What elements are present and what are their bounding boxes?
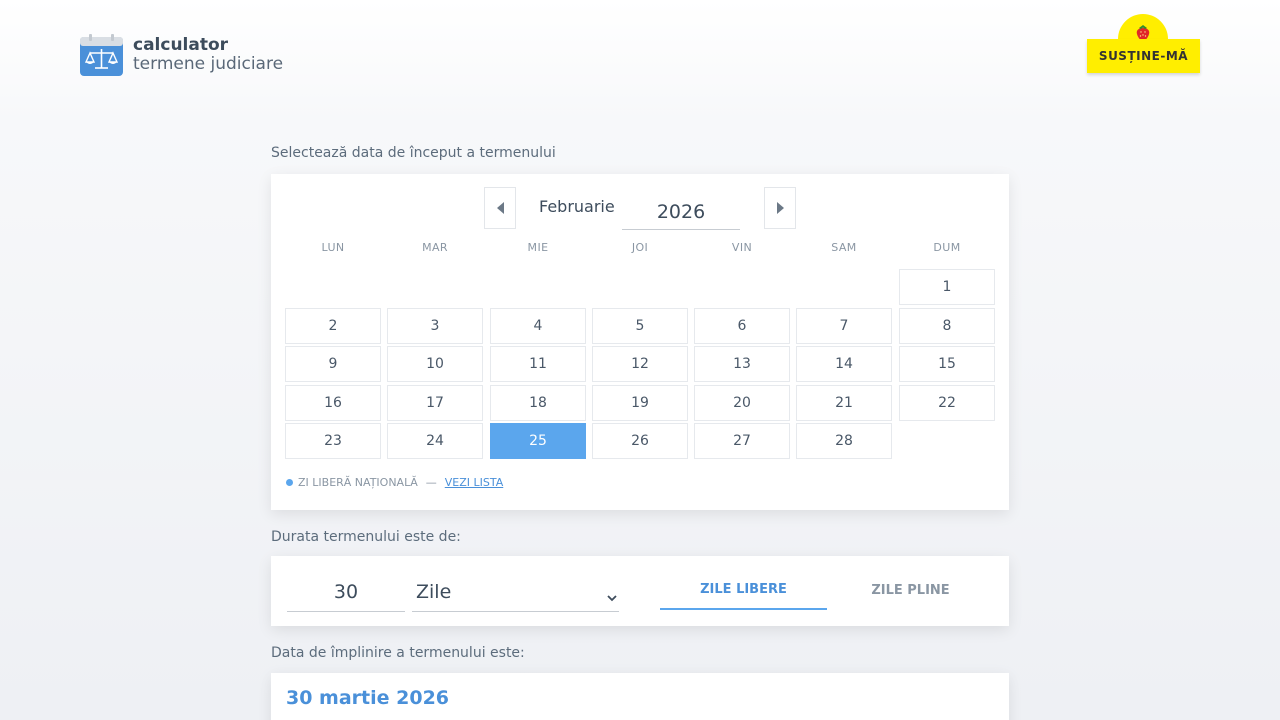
day-cell[interactable]: 9 [285,346,381,382]
day-cell[interactable]: 5 [592,308,688,344]
weekday-thu: JOI [631,241,649,254]
day-cell[interactable]: 24 [387,423,483,459]
day-cell[interactable]: 16 [285,385,381,421]
day-cell-selected[interactable]: 25 [490,423,586,459]
logo[interactable]: calculator termene judiciare [80,34,283,76]
day-cell[interactable]: 7 [796,308,892,344]
day-cell[interactable]: 21 [796,385,892,421]
brand-title: calculator [133,35,229,55]
weekday-sun: DUM [933,241,961,254]
holiday-legend-text: ZI LIBERĂ NAȚIONALĂ [298,476,418,489]
legend-separator: — [425,476,437,489]
calendar-card: Februarie LUN MAR MIE JOI VIN SAM DUM 1 … [271,174,1009,510]
holiday-list-link[interactable]: VEZI LISTA [445,476,504,489]
weekday-fri: VIN [731,241,753,254]
duration-label: Durata termenului este de: [271,529,461,545]
day-cell[interactable]: 2 [285,308,381,344]
support-button[interactable]: SUSȚINE-MĂ [1087,39,1200,73]
prev-month-button[interactable] [484,187,516,229]
day-cell[interactable]: 22 [899,385,995,421]
caret-right-icon [776,199,784,218]
day-cell[interactable]: 14 [796,346,892,382]
duration-unit-value: Zile [416,581,452,603]
day-cell[interactable]: 18 [490,385,586,421]
holiday-legend: ZI LIBERĂ NAȚIONALĂ — VEZI LISTA [286,476,503,489]
chevron-down-icon [607,587,617,606]
start-date-label: Selectează data de început a termenului [271,145,556,161]
duration-value-input[interactable] [287,573,405,612]
day-cell[interactable]: 26 [592,423,688,459]
weekday-wed: MIE [527,241,549,254]
brand-subtitle: termene judiciare [133,54,284,74]
support-widget: SUSȚINE-MĂ [1087,14,1200,74]
day-cell[interactable]: 23 [285,423,381,459]
duration-unit-select[interactable]: Zile [412,573,619,612]
day-cell[interactable]: 20 [694,385,790,421]
day-cell[interactable]: 1 [899,269,995,305]
holiday-dot-icon [286,479,293,486]
day-cell[interactable]: 27 [694,423,790,459]
day-cell[interactable]: 4 [490,308,586,344]
result-label: Data de împlinire a termenului este: [271,645,525,661]
duration-card: Zile ZILE LIBERE ZILE PLINE [271,556,1009,626]
tab-full-days[interactable]: ZILE PLINE [827,570,994,610]
calendar-month[interactable]: Februarie [539,197,615,216]
weekday-tue: MAR [422,241,448,254]
day-cell[interactable]: 13 [694,346,790,382]
day-cell[interactable]: 15 [899,346,995,382]
day-cell[interactable]: 19 [592,385,688,421]
day-cell[interactable]: 17 [387,385,483,421]
calendar-scales-icon [80,34,123,76]
header: calculator termene judiciare SUSȚINE-MĂ [0,0,1280,110]
day-cell[interactable]: 8 [899,308,995,344]
weekday-sat: SAM [831,241,857,254]
day-cell[interactable]: 10 [387,346,483,382]
next-month-button[interactable] [764,187,796,229]
day-cell[interactable]: 3 [387,308,483,344]
tab-free-days[interactable]: ZILE LIBERE [660,570,827,610]
day-cell[interactable]: 11 [490,346,586,382]
calendar-year-input[interactable] [622,194,740,230]
day-cell[interactable]: 28 [796,423,892,459]
day-cell[interactable]: 6 [694,308,790,344]
result-card: 30 martie 2026 [271,673,1009,720]
caret-left-icon [496,199,504,218]
day-cell[interactable]: 12 [592,346,688,382]
result-date: 30 martie 2026 [286,687,450,709]
weekday-mon: LUN [321,241,345,254]
